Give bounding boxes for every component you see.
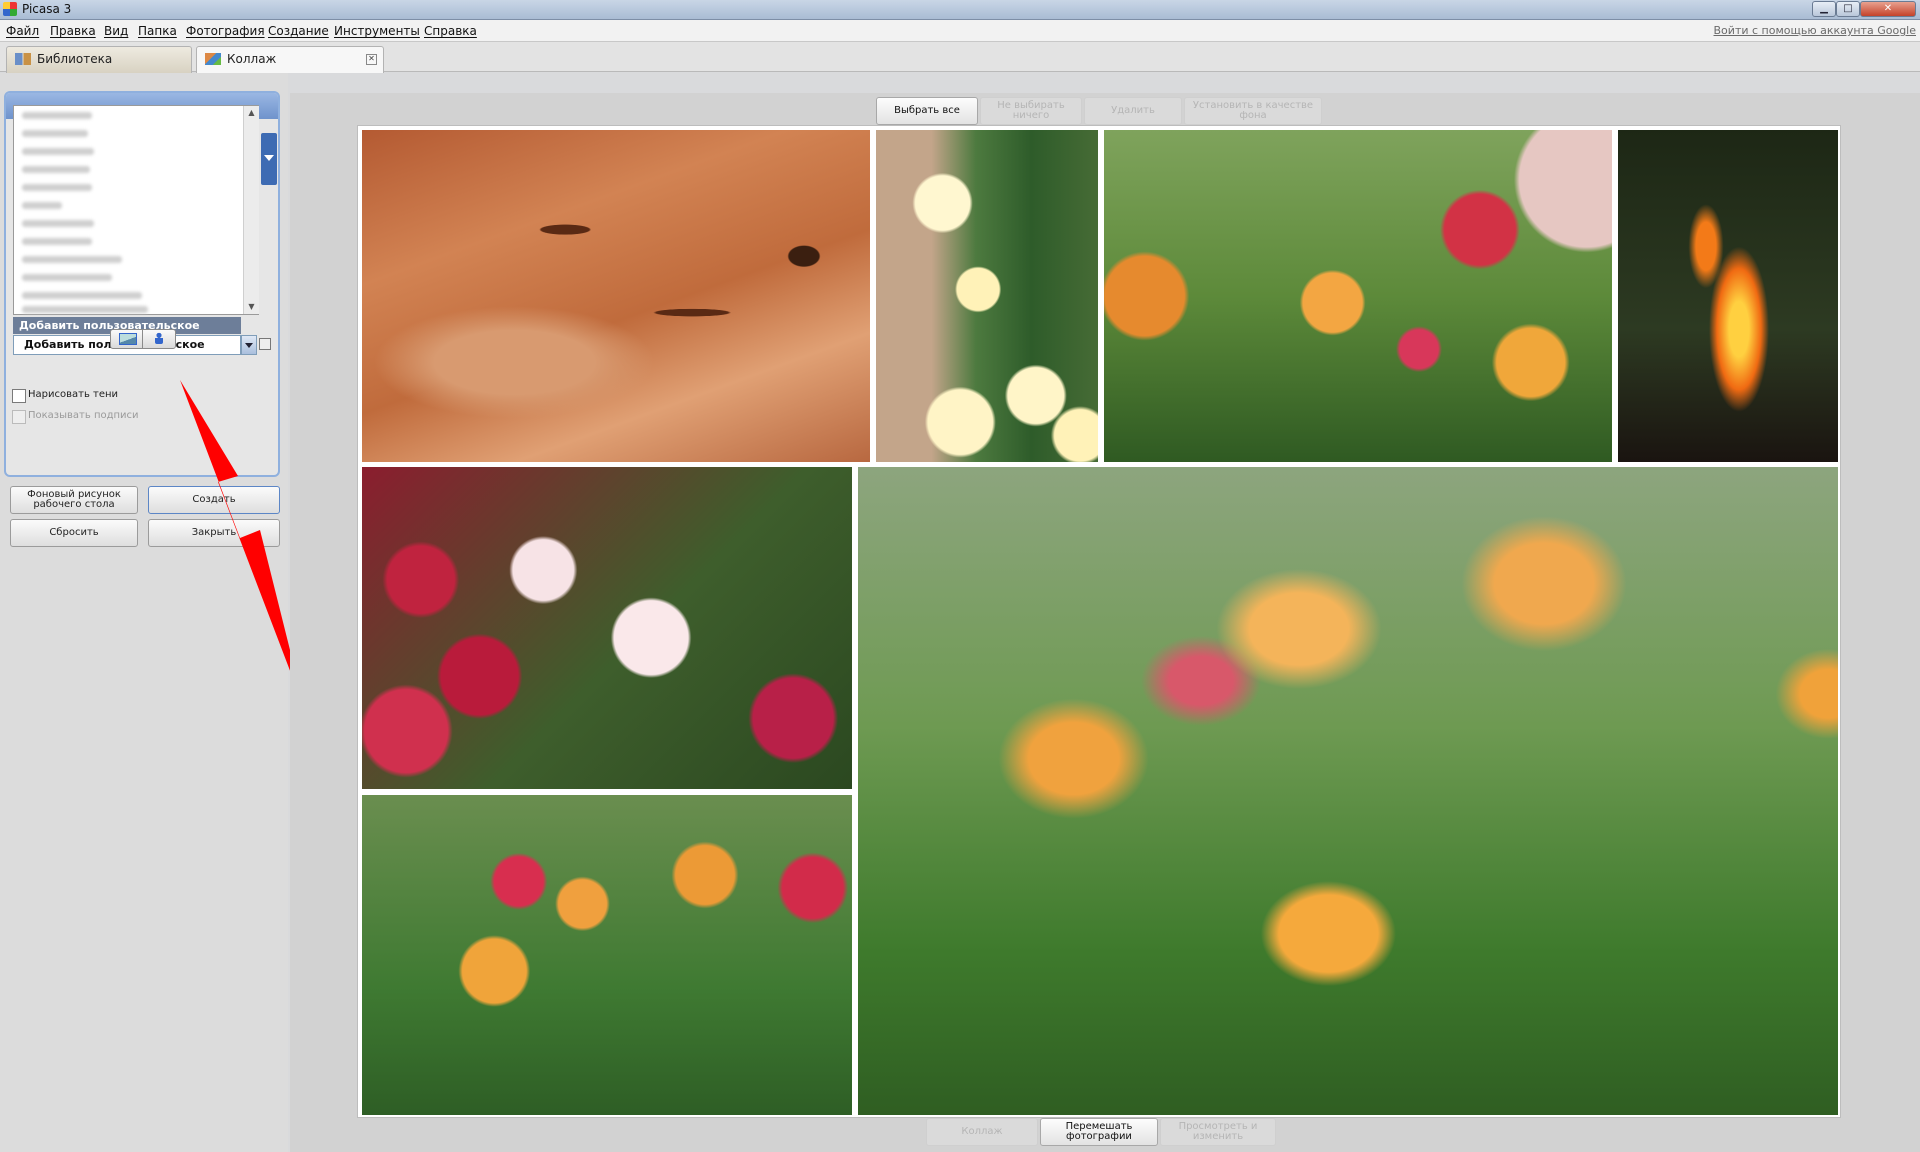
list-item[interactable] <box>22 148 94 155</box>
size-list[interactable]: ▲ ▼ <box>13 105 259 315</box>
reset-button[interactable]: Сбросить <box>10 519 138 547</box>
list-item[interactable] <box>22 256 122 263</box>
menu-view[interactable]: Вид <box>104 24 128 38</box>
collage-canvas[interactable] <box>357 125 1841 1118</box>
chevron-down-icon[interactable] <box>241 335 257 355</box>
collage-photo-pink-roses[interactable] <box>362 467 852 789</box>
close-window-button[interactable]: ✕ <box>1860 1 1916 17</box>
landscape-orientation-button[interactable] <box>110 329 144 349</box>
delete-button[interactable]: Удалить <box>1084 97 1182 125</box>
view-and-edit-button[interactable]: Просмотреть и изменить <box>1160 1118 1276 1146</box>
scroll-up-icon[interactable]: ▲ <box>247 108 256 117</box>
tab-collage[interactable]: Коллаж ✕ <box>196 46 384 73</box>
collage-photo-orange-roses[interactable] <box>1104 130 1612 462</box>
show-captions-checkbox[interactable] <box>12 410 26 424</box>
select-all-button[interactable]: Выбрать все <box>876 97 978 125</box>
list-item[interactable] <box>22 220 94 227</box>
window-title: Picasa 3 <box>22 2 72 16</box>
menu-file[interactable]: Файл <box>6 24 39 38</box>
shuffle-photos-button[interactable]: Перемешать фотографии <box>1040 1118 1158 1146</box>
list-item[interactable] <box>22 274 112 281</box>
menu-help[interactable]: Справка <box>424 24 477 38</box>
menu-photo[interactable]: Фотография <box>186 24 265 38</box>
scroll-down-icon[interactable]: ▼ <box>247 302 256 311</box>
list-item[interactable] <box>22 130 88 137</box>
trash-icon[interactable] <box>259 338 271 350</box>
collage-photo-white-roses[interactable] <box>876 130 1098 462</box>
desktop-background-button[interactable]: Фоновый рисунок рабочего стола <box>10 486 138 514</box>
tab-strip: Библиотека Коллаж ✕ <box>0 42 1920 73</box>
landscape-icon <box>119 333 137 345</box>
library-icon <box>15 53 31 65</box>
list-item[interactable] <box>22 292 142 299</box>
collage-photo-large-roses[interactable] <box>858 467 1838 1115</box>
menu-create[interactable]: Создание <box>268 24 329 38</box>
collage-view-button[interactable]: Коллаж <box>926 1118 1038 1146</box>
portrait-icon <box>155 332 163 344</box>
select-none-button[interactable]: Не выбирать ничего <box>980 97 1082 125</box>
list-item[interactable] <box>22 184 92 191</box>
collage-photo-fire[interactable] <box>1618 130 1838 462</box>
show-captions-label: Показывать подписи <box>28 410 139 421</box>
portrait-orientation-button[interactable] <box>142 329 176 349</box>
draw-shadows-label: Нарисовать тени <box>28 389 119 400</box>
list-item[interactable] <box>22 306 148 313</box>
draw-shadows-checkbox[interactable] <box>12 389 26 403</box>
list-item[interactable] <box>22 112 92 119</box>
title-bar: Picasa 3 ▁ □ ✕ <box>0 0 1920 20</box>
tab-library[interactable]: Библиотека <box>6 46 192 73</box>
menu-tools[interactable]: Инструменты <box>334 24 420 38</box>
tab-library-label: Библиотека <box>37 52 113 66</box>
collage-photo-bark[interactable] <box>362 130 870 462</box>
minimize-button[interactable]: ▁ <box>1812 1 1836 17</box>
picasa-logo-icon <box>3 2 17 16</box>
google-signin-link[interactable]: Войти с помощью аккаунта Google <box>1714 24 1916 37</box>
menu-folder[interactable]: Папка <box>138 24 177 38</box>
maximize-button[interactable]: □ <box>1836 1 1860 17</box>
menu-bar: Файл Правка Вид Папка Фотография Создани… <box>0 20 1920 42</box>
tab-collage-label: Коллаж <box>227 52 277 66</box>
collage-photo-mixed-roses[interactable] <box>362 795 852 1115</box>
set-as-background-button[interactable]: Установить в качестве фона <box>1184 97 1322 125</box>
menu-edit[interactable]: Правка <box>50 24 96 38</box>
close-tab-icon[interactable]: ✕ <box>366 54 377 65</box>
panel-dropdown-button[interactable] <box>261 133 277 185</box>
list-scrollbar[interactable]: ▲ ▼ <box>243 106 259 314</box>
list-item[interactable] <box>22 166 90 173</box>
list-item[interactable] <box>22 238 92 245</box>
list-item[interactable] <box>22 202 62 209</box>
collage-icon <box>205 53 221 65</box>
